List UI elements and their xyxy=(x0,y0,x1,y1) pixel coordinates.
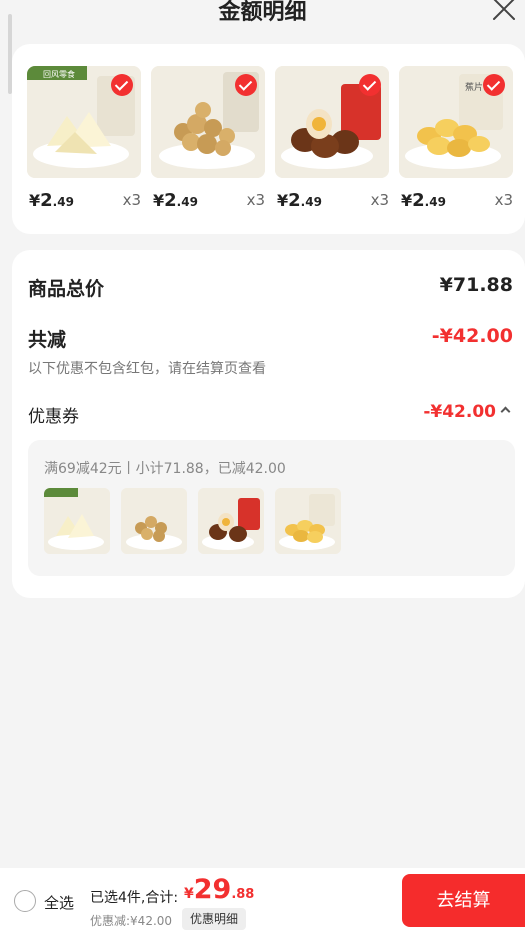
close-icon[interactable] xyxy=(491,0,517,22)
coupon-detail-box: 满69减42元丨小计71.88，已减42.00 xyxy=(28,440,515,576)
product-card: 回风零食 ¥2.49 x3 ¥2.49 x3 ¥2.49 x3 蕉片 ¥2.49… xyxy=(12,44,525,234)
brand-label: 回风零食 xyxy=(43,69,75,79)
product-price: ¥2.49 xyxy=(29,190,74,211)
page-title: 金额明细 xyxy=(218,0,307,25)
product-price: ¥2.49 xyxy=(401,190,446,211)
selected-check-icon[interactable] xyxy=(111,74,133,96)
banana-chips-image: 蕉片 xyxy=(399,66,513,178)
pack-label: 蕉片 xyxy=(465,81,483,93)
price-summary-card: 商品总价 ¥71.88 共减 -¥42.00 以下优惠不包含红包，请在结算页查看… xyxy=(12,250,525,598)
selected-check-icon[interactable] xyxy=(359,74,381,96)
discount-note: 以下优惠不包含红包，请在结算页查看 xyxy=(28,361,266,377)
product-item[interactable]: 回风零食 ¥2.49 x3 xyxy=(27,66,141,211)
product-quantity: x3 xyxy=(122,191,141,209)
product-price: ¥2.49 xyxy=(153,190,198,211)
selected-check-icon[interactable] xyxy=(483,74,505,96)
selected-check-icon[interactable] xyxy=(235,74,257,96)
coupon-value: -¥42.00 xyxy=(423,402,496,422)
discount-value: -¥42.00 xyxy=(431,325,513,347)
product-quantity: x3 xyxy=(370,191,389,209)
product-item[interactable]: ¥2.49 x3 xyxy=(151,66,265,211)
milk-flakes-thumbnail xyxy=(44,488,110,554)
header: 金额明细 xyxy=(0,0,525,36)
discount-summary: 优惠减:¥42.00 xyxy=(90,914,173,928)
chevron-up-icon xyxy=(500,406,511,417)
total-label: 商品总价 xyxy=(28,278,105,300)
coupon-detail-text: 满69减42元丨小计71.88，已减42.00 xyxy=(44,461,286,477)
checkout-bar: 全选 已选4件,合计: ¥29.88 优惠减:¥42.00 优惠明细 去结算 xyxy=(0,868,525,931)
grand-total: ¥29.88 xyxy=(184,874,255,905)
select-all-radio[interactable] xyxy=(14,890,36,912)
coupon-label: 优惠券 xyxy=(28,407,79,427)
total-value: ¥71.88 xyxy=(439,274,513,296)
checkout-button[interactable]: 去结算 xyxy=(402,874,525,927)
braised-eggs-image xyxy=(275,66,389,178)
milk-flakes-image: 回风零食 xyxy=(27,66,141,178)
product-item[interactable]: ¥2.49 x3 xyxy=(275,66,389,211)
coupon-toggle[interactable]: -¥42.00 xyxy=(423,402,511,422)
product-quantity: x3 xyxy=(494,191,513,209)
product-item[interactable]: 蕉片 ¥2.49 x3 xyxy=(399,66,513,211)
product-quantity: x3 xyxy=(246,191,265,209)
discount-label: 共减 xyxy=(28,329,67,351)
product-price: ¥2.49 xyxy=(277,190,322,211)
braised-eggs-thumbnail xyxy=(198,488,264,554)
select-all-label[interactable]: 全选 xyxy=(44,892,74,913)
puffed-snack-image xyxy=(151,66,265,178)
selected-count: 已选4件,合计: xyxy=(90,890,179,906)
banana-chips-thumbnail xyxy=(275,488,341,554)
puffed-snack-thumbnail xyxy=(121,488,187,554)
discount-detail-button[interactable]: 优惠明细 xyxy=(182,908,247,930)
